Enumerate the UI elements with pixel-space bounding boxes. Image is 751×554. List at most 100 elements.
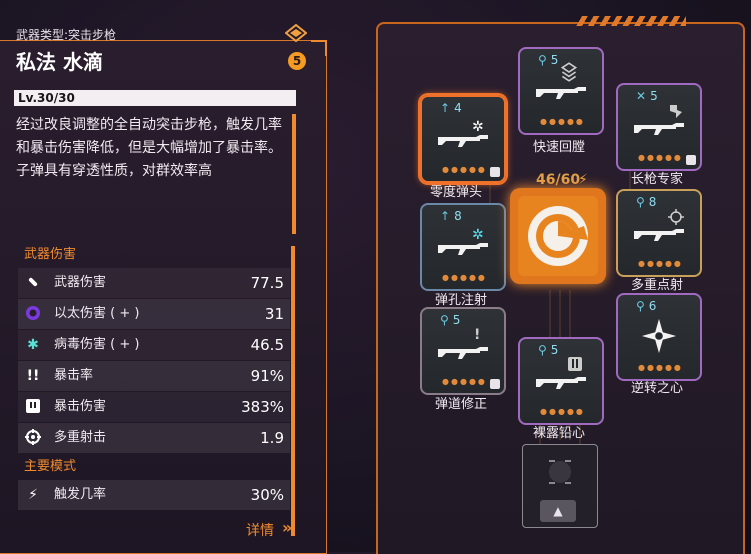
mod-cost: ⚲ 5 <box>538 53 558 67</box>
stat-label: 暴击伤害 <box>54 399 107 414</box>
mod-card-hole-inject[interactable]: ↑ 8 ✲ ●●●●● <box>420 203 506 291</box>
rank-dots: ●●●●● <box>540 407 585 416</box>
stat-value: 31 <box>264 305 284 323</box>
level-bar: Lv.30/30 <box>14 90 296 106</box>
mod-card-naked-lead[interactable]: ⚲ 5 ●●●●● <box>518 337 604 425</box>
cost-icon: ⚲ <box>538 343 547 357</box>
mod-label: 弹孔注射 <box>434 293 487 308</box>
mod-card-multi-point[interactable]: ⚲ 8 ●●●●● <box>616 189 702 277</box>
capacity-readout: 46/60 <box>536 172 581 188</box>
weapon-name: 私法 水滴 <box>16 50 103 74</box>
slot-socket-icon <box>549 460 571 484</box>
rank-dots: ●●●●● <box>442 165 487 174</box>
stat-row[interactable]: ✱ 病毒伤害 ( + ) 46.5 <box>18 330 290 360</box>
stats-list: 武器伤害 武器伤害 77.5 以太伤害 ( + ) 31 ✱ 病毒伤害 ( + … <box>0 242 296 511</box>
rifle-icon <box>438 347 488 359</box>
rank-dots: ●●●●● <box>540 117 585 126</box>
stat-row[interactable]: 多重射击 1.9 <box>18 423 290 453</box>
weapon-type: 武器类型:突击步枪 <box>16 28 117 42</box>
cost-icon: ↑ <box>440 209 451 223</box>
mod-card-quick-recover[interactable]: ⚲ 5 ●●●●● <box>518 47 604 135</box>
multishot-icon <box>24 429 42 447</box>
rifle-icon <box>536 377 586 389</box>
stat-value: 77.5 <box>250 274 284 292</box>
mod-cost: ⚲ 6 <box>636 299 656 313</box>
rifle-icon <box>634 123 684 135</box>
mod-cost: ✕ 5 <box>636 89 658 103</box>
stat-value: 383% <box>241 398 284 416</box>
mod-label: 快速回膛 <box>532 140 585 155</box>
cost-value: 5 <box>550 343 559 357</box>
description-scrollbar[interactable] <box>292 114 296 234</box>
cost-icon: ✕ <box>636 89 647 103</box>
mod-label: 弹道修正 <box>434 397 487 412</box>
stat-row[interactable]: 以太伤害 ( + ) 31 <box>18 299 290 329</box>
chevron-right-icon[interactable]: » <box>282 518 292 537</box>
cost-icon: ⚲ <box>440 313 449 327</box>
cost-value: 4 <box>454 101 462 115</box>
cost-value: 6 <box>648 299 657 313</box>
rifle-icon <box>438 243 488 255</box>
rifle-icon <box>438 135 488 147</box>
stat-value: 46.5 <box>250 336 284 354</box>
mod-cost: ↑ 4 <box>440 101 462 115</box>
lock-icon <box>490 379 500 389</box>
details-link[interactable]: 详情 <box>246 520 274 540</box>
rifle-icon <box>536 87 586 99</box>
stat-label: 以太伤害 ( + ) <box>54 306 140 321</box>
stat-row[interactable]: 武器伤害 77.5 <box>18 268 290 298</box>
stack-icon <box>560 62 578 82</box>
lock-icon <box>686 155 696 165</box>
rank-dots: ●●●●● <box>638 153 683 162</box>
ether-icon <box>24 305 42 323</box>
cost-icon: ⚲ <box>636 195 645 209</box>
mod-card-zero-bullet[interactable]: ↑ 4 ✲ ●●●●● <box>420 95 506 183</box>
trigger-icon: ⚡ <box>28 487 38 503</box>
rank-dots: ●●●●● <box>442 377 487 386</box>
stat-label: 暴击率 <box>54 368 94 383</box>
alert-icon: ! <box>474 327 481 343</box>
stat-label: 多重射击 <box>54 430 107 445</box>
stat-row[interactable]: ⚡ 触发几率 30% <box>18 480 290 510</box>
stat-label: 病毒伤害 ( + ) <box>54 337 140 352</box>
cost-icon: ⚲ <box>538 53 547 67</box>
mod-label: 零度弹头 <box>429 185 482 200</box>
energy-icon: ⚡ <box>578 172 588 188</box>
mod-cost: ↑ 8 <box>440 209 462 223</box>
cost-icon: ⚲ <box>636 299 645 313</box>
cost-value: 5 <box>452 313 461 327</box>
stat-row[interactable]: 暴击伤害 383% <box>18 392 290 422</box>
rank-dots: ●●●●● <box>638 259 683 268</box>
core-emblem-icon <box>528 206 588 266</box>
mod-label: 逆转之心 <box>630 381 683 396</box>
rifle-icon <box>634 229 684 241</box>
mod-card-trajectory[interactable]: ⚲ 5 ! ●●●●● <box>420 307 506 395</box>
mod-cost: ⚲ 5 <box>538 343 558 357</box>
mod-label: 长枪专家 <box>630 172 683 187</box>
cost-value: 8 <box>648 195 657 209</box>
mod-cost: ⚲ 8 <box>636 195 656 209</box>
rarity-badge: 5 <box>288 52 306 70</box>
cost-icon: ↑ <box>440 101 451 115</box>
mod-card-reverse-heart[interactable]: ⚲ 6 ●●●●● <box>616 293 702 381</box>
rank-dots: ●●●●● <box>638 363 683 372</box>
stat-row[interactable]: !! 暴击率 91% <box>18 361 290 391</box>
cost-value: 8 <box>454 209 462 223</box>
core-inner <box>518 196 598 276</box>
bullet-icon <box>24 274 42 292</box>
rank-dots: ●●●●● <box>442 273 487 282</box>
stat-value: 1.9 <box>260 429 284 447</box>
slot-expand-button[interactable]: ▲ <box>540 500 576 522</box>
weapon-description: 经过改良调整的全自动突击步枪，触发几率和暴击伤害降低，但是大幅增加了暴击率。子弹… <box>16 117 282 179</box>
stat-value: 91% <box>250 367 284 385</box>
stats-scrollbar[interactable] <box>291 246 295 536</box>
decor-stripes <box>576 16 686 26</box>
section-weapon-damage: 武器伤害 <box>24 247 77 262</box>
mod-card-long-gun[interactable]: ✕ 5 ●●●●● <box>616 83 702 171</box>
core-mod-slot[interactable] <box>510 188 606 284</box>
lock-icon <box>490 167 500 177</box>
mod-cost: ⚲ 5 <box>440 313 460 327</box>
virus-icon: ✱ <box>27 337 39 353</box>
cost-value: 5 <box>650 89 658 103</box>
crit-rate-icon: !! <box>26 368 40 384</box>
